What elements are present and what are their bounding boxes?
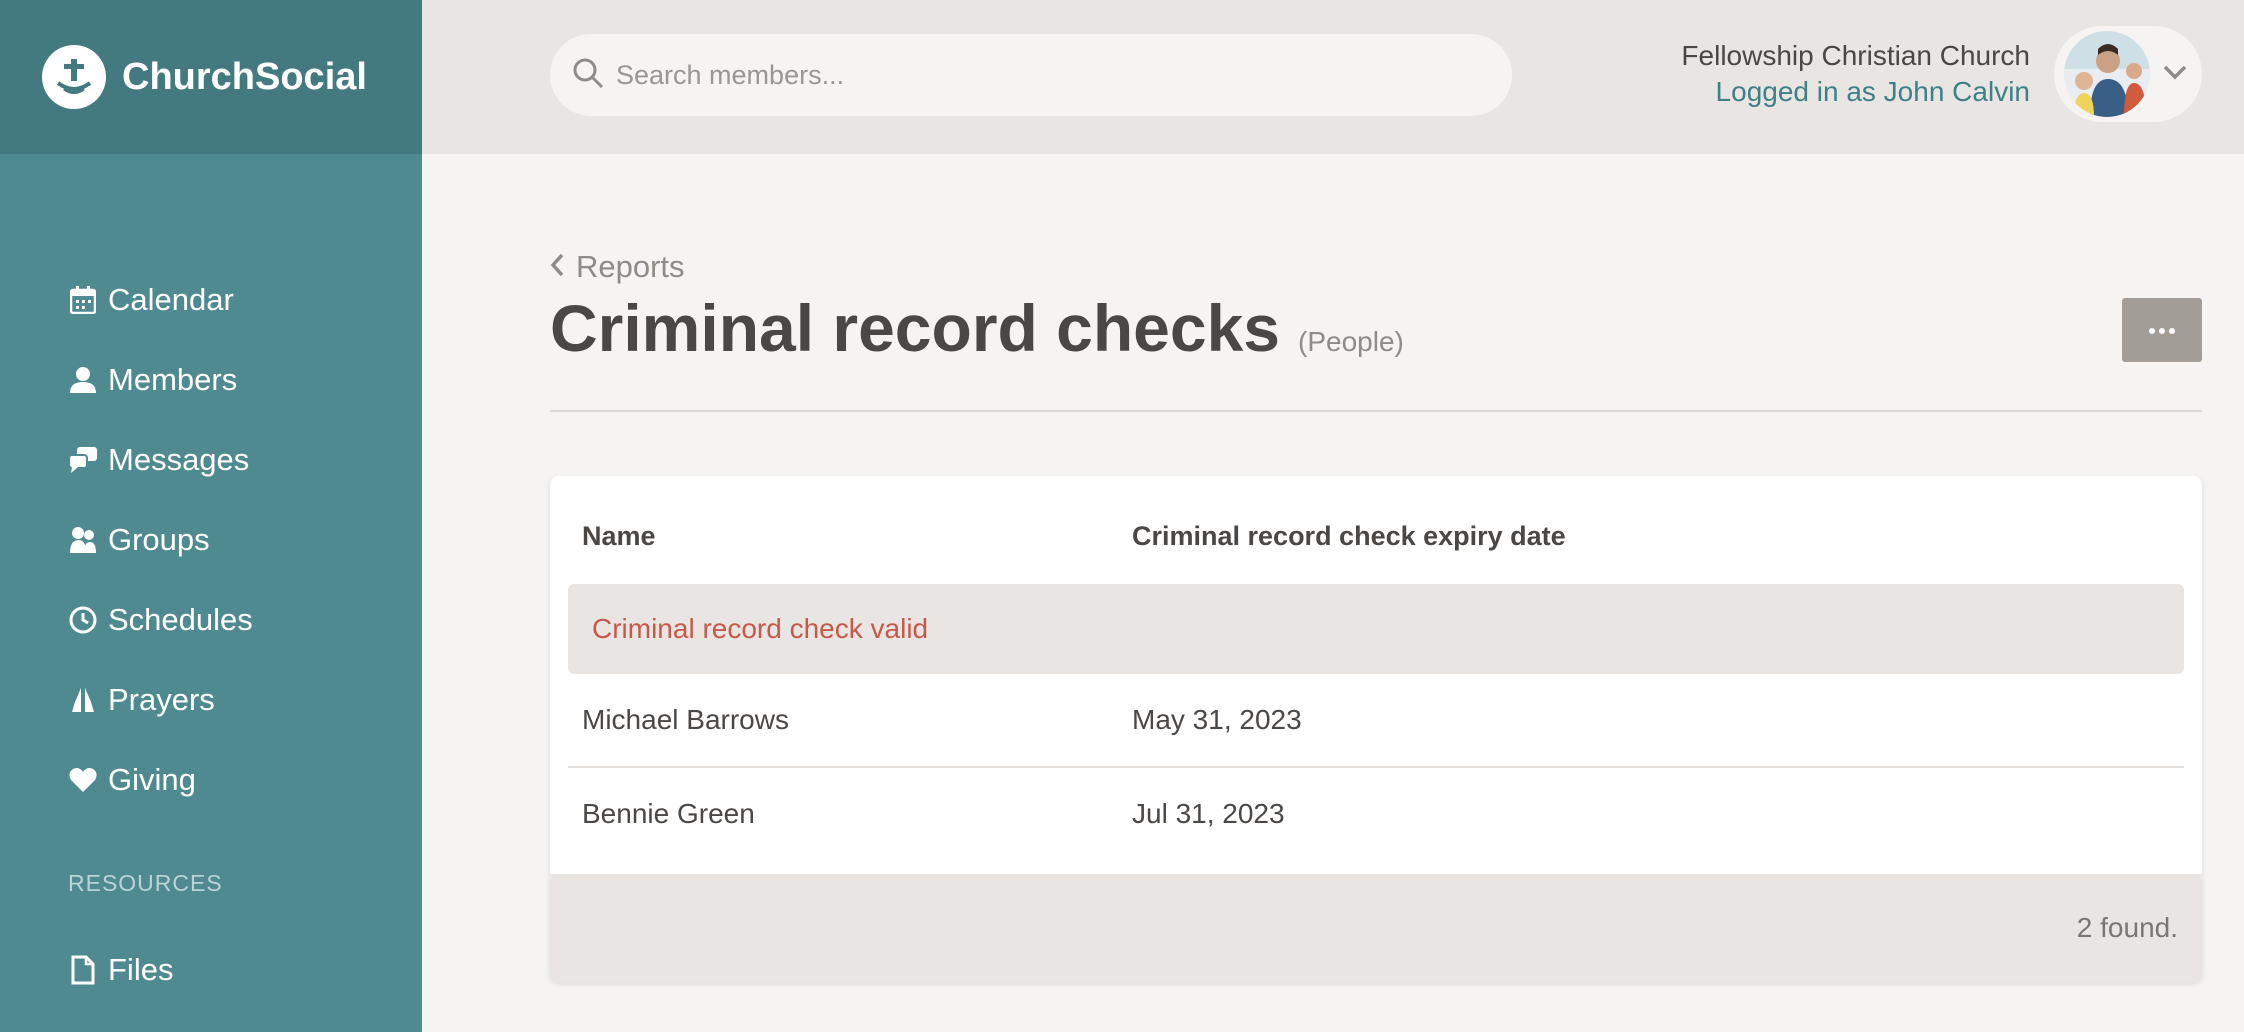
sidebar-item-label: Messages	[108, 442, 250, 477]
church-name: Fellowship Christian Church	[1681, 40, 2030, 71]
sidebar-item-label: Giving	[108, 762, 196, 797]
brand-name: ChurchSocial	[122, 55, 367, 98]
page-subtitle: (People)	[1298, 326, 1404, 357]
sidebar-item-label: Prayers	[108, 682, 215, 717]
title-divider	[550, 410, 2202, 412]
top-header: Fellowship Christian Church Logged in as…	[422, 0, 2244, 154]
table-header: Name Criminal record check expiry date	[550, 476, 2202, 584]
sidebar: ChurchSocial Calendar Members Messages G…	[0, 0, 422, 1032]
column-header-expiry[interactable]: Criminal record check expiry date	[1132, 521, 1566, 552]
result-count: 2 found.	[2076, 912, 2178, 943]
more-options-button[interactable]	[2122, 298, 2202, 362]
group-icon	[68, 525, 98, 555]
page-title-block: Criminal record checks (People)	[550, 290, 1404, 366]
calendar-icon	[68, 285, 98, 315]
account-menu-button[interactable]	[2054, 26, 2202, 122]
page-title: Criminal record checks	[550, 291, 1280, 365]
table-row[interactable]: Michael Barrows May 31, 2023	[568, 674, 2184, 766]
clock-icon	[68, 605, 98, 635]
file-icon	[68, 955, 98, 985]
table-row[interactable]: Bennie Green Jul 31, 2023	[568, 768, 2184, 860]
person-icon	[68, 365, 98, 395]
ellipsis-icon	[2149, 321, 2175, 339]
search-box[interactable]	[550, 34, 1512, 116]
group-label: Criminal record check valid	[592, 613, 929, 644]
nav-section-resources: RESOURCES	[68, 870, 223, 896]
sidebar-item-calendar[interactable]: Calendar	[68, 260, 253, 340]
sidebar-item-giving[interactable]: Giving	[68, 740, 253, 820]
logged-in-link[interactable]: Logged in as John Calvin	[1681, 74, 2030, 110]
report-table-card: Name Criminal record check expiry date C…	[550, 476, 2202, 982]
cell-name[interactable]: Bennie Green	[582, 798, 755, 830]
search-icon	[572, 57, 604, 94]
sidebar-item-label: Groups	[108, 522, 210, 557]
back-label: Reports	[576, 249, 685, 284]
chevron-down-icon	[2162, 64, 2188, 85]
sidebar-item-files[interactable]: Files	[68, 930, 173, 1010]
cell-expiry: Jul 31, 2023	[1132, 798, 1285, 829]
praying-hands-icon	[68, 685, 98, 715]
sidebar-item-prayers[interactable]: Prayers	[68, 660, 253, 740]
sidebar-item-label: Calendar	[108, 282, 234, 317]
sidebar-nav: Calendar Members Messages Groups Schedul…	[68, 260, 253, 820]
avatar	[2064, 31, 2150, 117]
heart-icon	[68, 765, 98, 795]
chat-bubbles-icon	[68, 445, 98, 475]
account-info: Fellowship Christian Church Logged in as…	[1681, 38, 2030, 110]
cell-name[interactable]: Michael Barrows	[582, 704, 789, 736]
sidebar-item-messages[interactable]: Messages	[68, 420, 253, 500]
sidebar-item-schedules[interactable]: Schedules	[68, 580, 253, 660]
sidebar-item-label: Files	[108, 952, 174, 987]
column-header-name[interactable]: Name	[582, 521, 656, 552]
back-to-reports-link[interactable]: Reports	[550, 249, 685, 285]
sidebar-item-groups[interactable]: Groups	[68, 500, 253, 580]
brand-bar[interactable]: ChurchSocial	[0, 0, 422, 154]
sidebar-item-members[interactable]: Members	[68, 340, 253, 420]
group-row: Criminal record check valid	[568, 584, 2184, 674]
sidebar-item-label: Members	[108, 362, 238, 397]
cell-expiry: May 31, 2023	[1132, 704, 1302, 735]
search-input[interactable]	[616, 59, 1476, 91]
sidebar-item-label: Schedules	[108, 602, 253, 637]
churchsocial-logo-icon	[42, 45, 106, 109]
chevron-left-icon	[550, 249, 564, 285]
table-footer: 2 found.	[550, 874, 2202, 982]
